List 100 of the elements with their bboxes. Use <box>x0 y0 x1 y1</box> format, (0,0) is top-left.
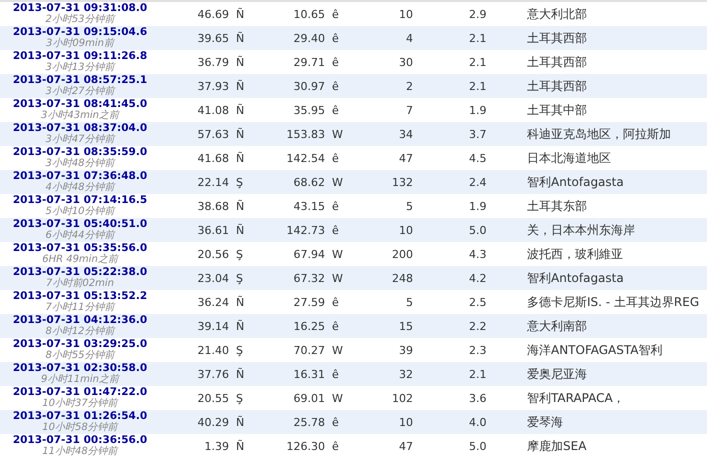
event-time-link[interactable]: 2013-07-31 09:31:08.0 <box>12 3 148 14</box>
longitude-cell: 70.27 <box>294 344 325 356</box>
region-cell: 土耳其西部 <box>527 30 587 44</box>
time-ago: 11小时48分钟前 <box>42 446 118 457</box>
depth-cell: 10 <box>399 8 413 20</box>
latitude-cell: 20.56 <box>198 248 229 260</box>
direction-cell: ê <box>332 56 339 68</box>
event-time-link[interactable]: 2013-07-31 09:11:26.8 <box>12 51 148 62</box>
time-ago: 3小时27分钟前 <box>45 86 115 97</box>
latitude-cell: 38.68 <box>198 200 229 212</box>
time-ago: 9小时11min之前 <box>41 374 119 385</box>
magnitude-cell: 2.1 <box>469 368 486 380</box>
depth-cell: 10 <box>399 224 413 236</box>
magnitude-cell: 2.9 <box>469 8 486 20</box>
longitude-cell: 16.31 <box>294 368 325 380</box>
event-time-link[interactable]: 2013-07-31 07:36:48.0 <box>12 171 148 182</box>
latitude-cell: 23.04 <box>198 272 229 284</box>
depth-cell: 10 <box>399 416 413 428</box>
direction-cell: Ñ <box>236 368 244 380</box>
region-cell: 智利TARAPACA， <box>527 390 625 404</box>
longitude-cell: 153.83 <box>286 128 325 140</box>
direction-cell: Ş <box>236 392 243 404</box>
event-time-link[interactable]: 2013-07-31 02:30:58.0 <box>12 363 148 374</box>
magnitude-cell: 4.0 <box>469 416 486 428</box>
time-ago: 3小时47分钟前 <box>45 134 115 145</box>
event-time-link[interactable]: 2013-07-31 08:35:59.0 <box>12 147 148 158</box>
depth-cell: 15 <box>399 320 413 332</box>
latitude-cell: 36.79 <box>198 56 229 68</box>
direction-cell: Ñ <box>236 320 244 332</box>
direction-cell: ê <box>332 80 339 92</box>
latitude-cell: 36.61 <box>198 224 229 236</box>
event-time-link[interactable]: 2013-07-31 05:22:38.0 <box>12 267 148 278</box>
depth-cell: 30 <box>399 56 413 68</box>
region-cell: 智利Antofagasta <box>527 270 624 284</box>
event-time-link[interactable]: 2013-07-31 04:12:36.0 <box>12 315 148 326</box>
magnitude-cell: 1.9 <box>469 200 486 212</box>
event-time-link[interactable]: 2013-07-31 08:37:04.0 <box>12 123 148 134</box>
magnitude-cell: 1.9 <box>469 104 486 116</box>
direction-cell: ê <box>332 296 339 308</box>
direction-cell: W <box>332 392 343 404</box>
direction-cell: W <box>332 344 343 356</box>
time-ago: 6HR 49min之前 <box>42 254 118 265</box>
direction-cell: Ş <box>236 344 243 356</box>
longitude-cell: 30.97 <box>294 80 325 92</box>
latitude-cell: 22.14 <box>198 176 229 188</box>
magnitude-cell: 2.1 <box>469 32 486 44</box>
magnitude-cell: 4.5 <box>469 152 486 164</box>
longitude-cell: 10.65 <box>294 8 325 20</box>
time-ago: 3小时09min前 <box>46 38 114 49</box>
depth-cell: 248 <box>392 272 413 284</box>
magnitude-cell: 5.0 <box>469 440 486 452</box>
depth-cell: 47 <box>399 440 413 452</box>
magnitude-cell: 3.6 <box>469 392 486 404</box>
time-ago: 10小时37分钟前 <box>42 398 118 409</box>
latitude-cell: 20.55 <box>198 392 229 404</box>
direction-cell: Ñ <box>236 440 244 452</box>
event-time-link[interactable]: 2013-07-31 05:13:52.2 <box>12 291 148 302</box>
depth-cell: 32 <box>399 368 413 380</box>
latitude-cell: 36.24 <box>198 296 229 308</box>
magnitude-cell: 2.4 <box>469 176 486 188</box>
depth-cell: 34 <box>399 128 413 140</box>
region-cell: 关，日本本州东海岸 <box>527 222 635 236</box>
depth-cell: 132 <box>392 176 413 188</box>
direction-cell: ê <box>332 320 339 332</box>
direction-cell: W <box>332 248 343 260</box>
region-cell: 海洋ANTOFAGASTA智利 <box>527 342 662 356</box>
event-time-link[interactable]: 2013-07-31 08:57:25.1 <box>12 75 148 86</box>
time-ago: 8小时55分钟前 <box>45 350 115 361</box>
event-time-link[interactable]: 2013-07-31 03:29:25.0 <box>12 339 148 350</box>
direction-cell: Ñ <box>236 104 244 116</box>
direction-cell: ê <box>332 416 339 428</box>
depth-cell: 39 <box>399 344 413 356</box>
time-ago: 3小时43min之前 <box>41 110 119 121</box>
direction-cell: ê <box>332 368 339 380</box>
event-time-link[interactable]: 2013-07-31 01:26:54.0 <box>12 411 148 422</box>
time-ago: 8小时12分钟前 <box>45 326 115 337</box>
magnitude-cell: 2.5 <box>469 296 486 308</box>
latitude-cell: 57.63 <box>198 128 229 140</box>
event-time-link[interactable]: 2013-07-31 09:15:04.6 <box>12 27 148 38</box>
latitude-cell: 41.68 <box>198 152 229 164</box>
direction-cell: Ñ <box>236 200 244 212</box>
longitude-cell: 142.54 <box>286 152 325 164</box>
time-ago: 7小时前02min <box>46 278 114 289</box>
region-cell: 意大利北部 <box>527 6 587 20</box>
event-time-link[interactable]: 2013-07-31 05:40:51.0 <box>12 219 148 230</box>
event-time-link[interactable]: 2013-07-31 00:36:56.0 <box>12 435 148 446</box>
region-cell: 土耳其中部 <box>527 102 587 116</box>
depth-cell: 4 <box>406 32 413 44</box>
magnitude-cell: 2.2 <box>469 320 486 332</box>
event-time-link[interactable]: 2013-07-31 08:41:45.0 <box>12 99 148 110</box>
region-cell: 波托西，玻利維亚 <box>527 246 623 260</box>
direction-cell: Ş <box>236 176 243 188</box>
event-time-link[interactable]: 2013-07-31 01:47:22.0 <box>12 387 148 398</box>
direction-cell: Ñ <box>236 80 244 92</box>
event-time-link[interactable]: 2013-07-31 05:35:56.0 <box>12 243 148 254</box>
direction-cell: Ñ <box>236 152 244 164</box>
direction-cell: Ñ <box>236 56 244 68</box>
direction-cell: Ñ <box>236 296 244 308</box>
event-time-link[interactable]: 2013-07-31 07:14:16.5 <box>12 195 148 206</box>
direction-cell: ê <box>332 200 339 212</box>
